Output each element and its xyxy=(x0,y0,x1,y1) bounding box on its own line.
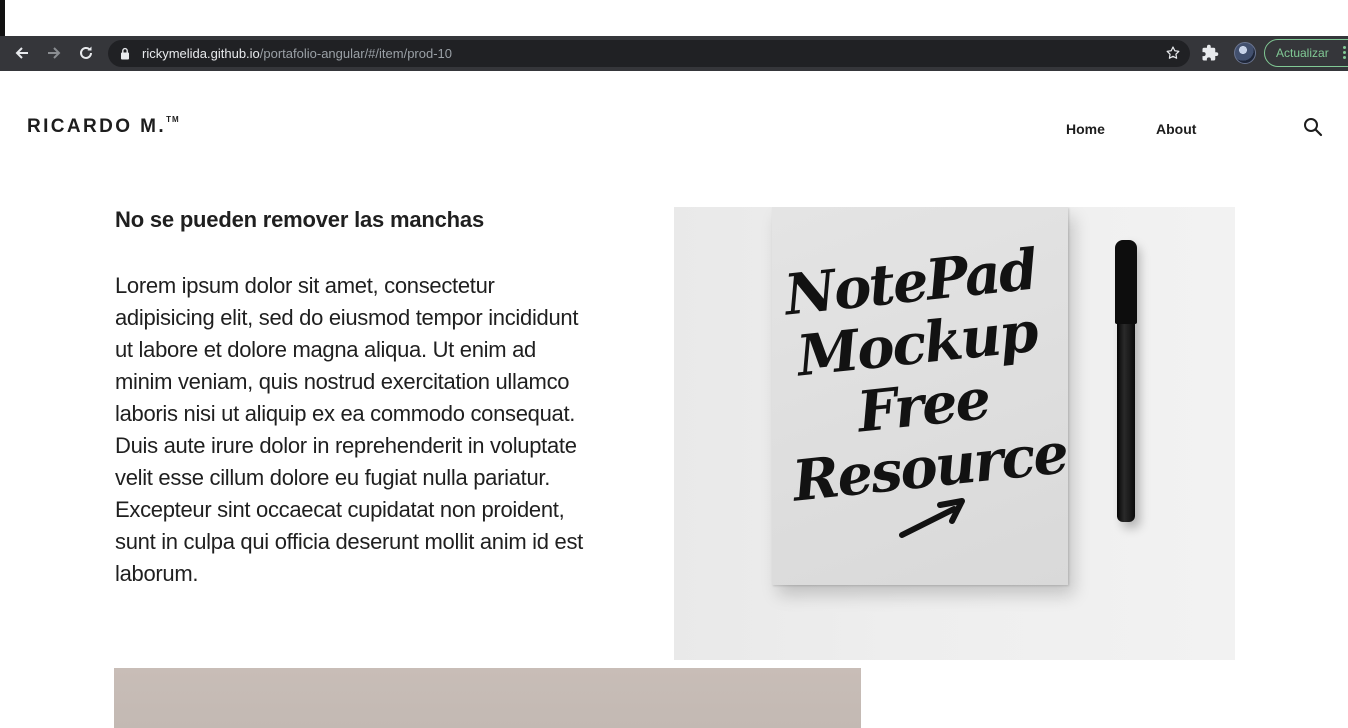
back-button[interactable] xyxy=(9,40,35,66)
kebab-menu-icon[interactable] xyxy=(1343,46,1346,61)
address-bar[interactable]: rickymelida.github.io/portafolio-angular… xyxy=(108,40,1190,67)
arrow-left-icon xyxy=(15,47,28,59)
reload-button[interactable] xyxy=(73,40,99,66)
scribble-arrow-icon xyxy=(899,498,965,538)
site-logo[interactable]: RICARDO M.TM xyxy=(27,114,180,138)
url-host: rickymelida.github.io xyxy=(142,46,260,61)
url-text[interactable]: rickymelida.github.io/portafolio-angular… xyxy=(142,46,452,61)
product-image: NotePad Mockup Free Resource xyxy=(674,207,1235,660)
avatar[interactable] xyxy=(1234,42,1256,64)
brand-trademark: TM xyxy=(166,114,180,124)
browser-toolbar: rickymelida.github.io/portafolio-angular… xyxy=(0,36,1348,71)
notepad-mockup: NotePad Mockup Free Resource xyxy=(772,207,1070,585)
window-top-strip xyxy=(0,0,1348,36)
arrow-right-icon xyxy=(48,47,61,59)
forward-button[interactable] xyxy=(41,40,67,66)
brand-name: RICARDO M. xyxy=(27,116,167,137)
product-title: No se pueden remover las manchas xyxy=(115,207,484,232)
marker-pen xyxy=(1115,240,1137,522)
reload-icon xyxy=(80,46,92,59)
search-icon[interactable] xyxy=(1303,117,1323,137)
window-edge xyxy=(0,0,5,36)
update-button[interactable]: Actualizar xyxy=(1264,39,1348,67)
url-path: /portafolio-angular/#/item/prod-10 xyxy=(259,46,453,61)
star-icon[interactable] xyxy=(1165,45,1181,61)
nav-about-link[interactable]: About xyxy=(1156,121,1196,137)
product-description: Lorem ipsum dolor sit amet, consectetur … xyxy=(115,273,583,586)
lock-icon[interactable] xyxy=(120,47,130,60)
nav-home-link[interactable]: Home xyxy=(1066,121,1105,137)
puzzle-icon[interactable] xyxy=(1201,44,1219,62)
secondary-product-image xyxy=(114,668,861,728)
notepad-lettering: NotePad Mockup Free Resource xyxy=(760,236,1080,515)
